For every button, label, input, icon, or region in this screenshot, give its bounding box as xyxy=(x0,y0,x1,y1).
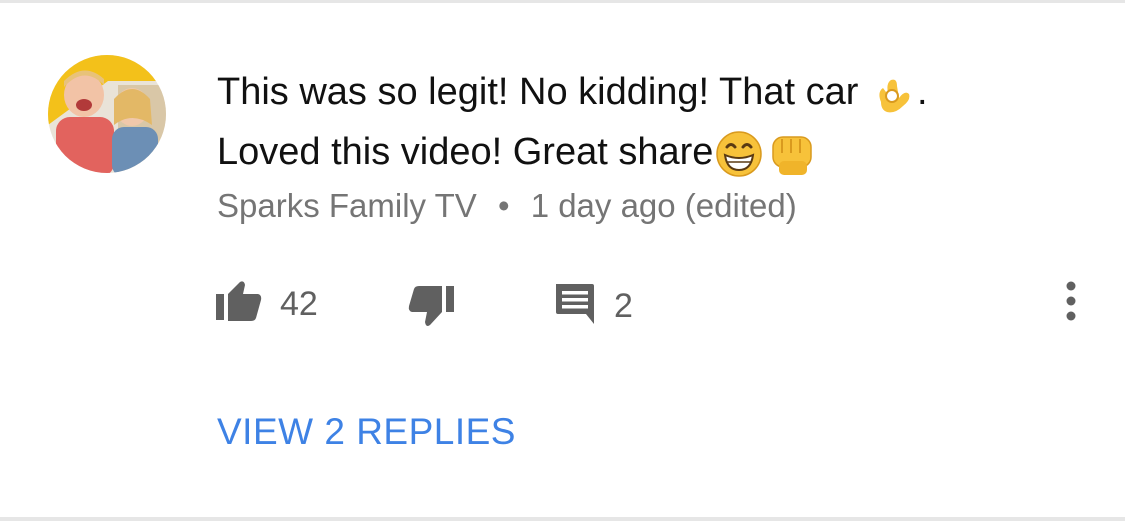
grinning-face-emoji xyxy=(715,130,763,178)
like-button[interactable]: 42 xyxy=(216,280,318,327)
reply-count: 2 xyxy=(614,286,633,325)
channel-avatar[interactable] xyxy=(48,55,166,173)
fist-bump-emoji xyxy=(767,131,817,177)
thumbs-down-icon xyxy=(408,284,454,333)
meta-separator: • xyxy=(497,187,510,224)
comment-time: 1 day ago (edited) xyxy=(530,187,797,224)
top-divider xyxy=(0,0,1125,3)
comment-line-1: This was so legit! No kidding! That car xyxy=(217,71,859,113)
comment-icon xyxy=(554,282,596,329)
comment-line-2: Loved this video! Great share xyxy=(217,131,714,173)
vertical-dots-icon xyxy=(1058,280,1084,327)
reply-button[interactable]: 2 xyxy=(554,282,633,329)
dislike-button[interactable] xyxy=(408,284,454,333)
like-count: 42 xyxy=(280,284,318,323)
comment-meta: Sparks Family TV • 1 day ago (edited) xyxy=(217,184,797,228)
more-options-button[interactable] xyxy=(1058,280,1084,327)
author-name[interactable]: Sparks Family TV xyxy=(217,187,477,224)
comment-line-1-end: . xyxy=(916,71,928,113)
comment-text: This was so legit! No kidding! That car … xyxy=(217,62,1077,182)
bottom-divider xyxy=(0,517,1125,521)
view-replies-link[interactable]: VIEW 2 REPLIES xyxy=(217,407,516,457)
thumbs-up-icon xyxy=(216,280,262,327)
ok-hand-emoji xyxy=(871,72,915,116)
